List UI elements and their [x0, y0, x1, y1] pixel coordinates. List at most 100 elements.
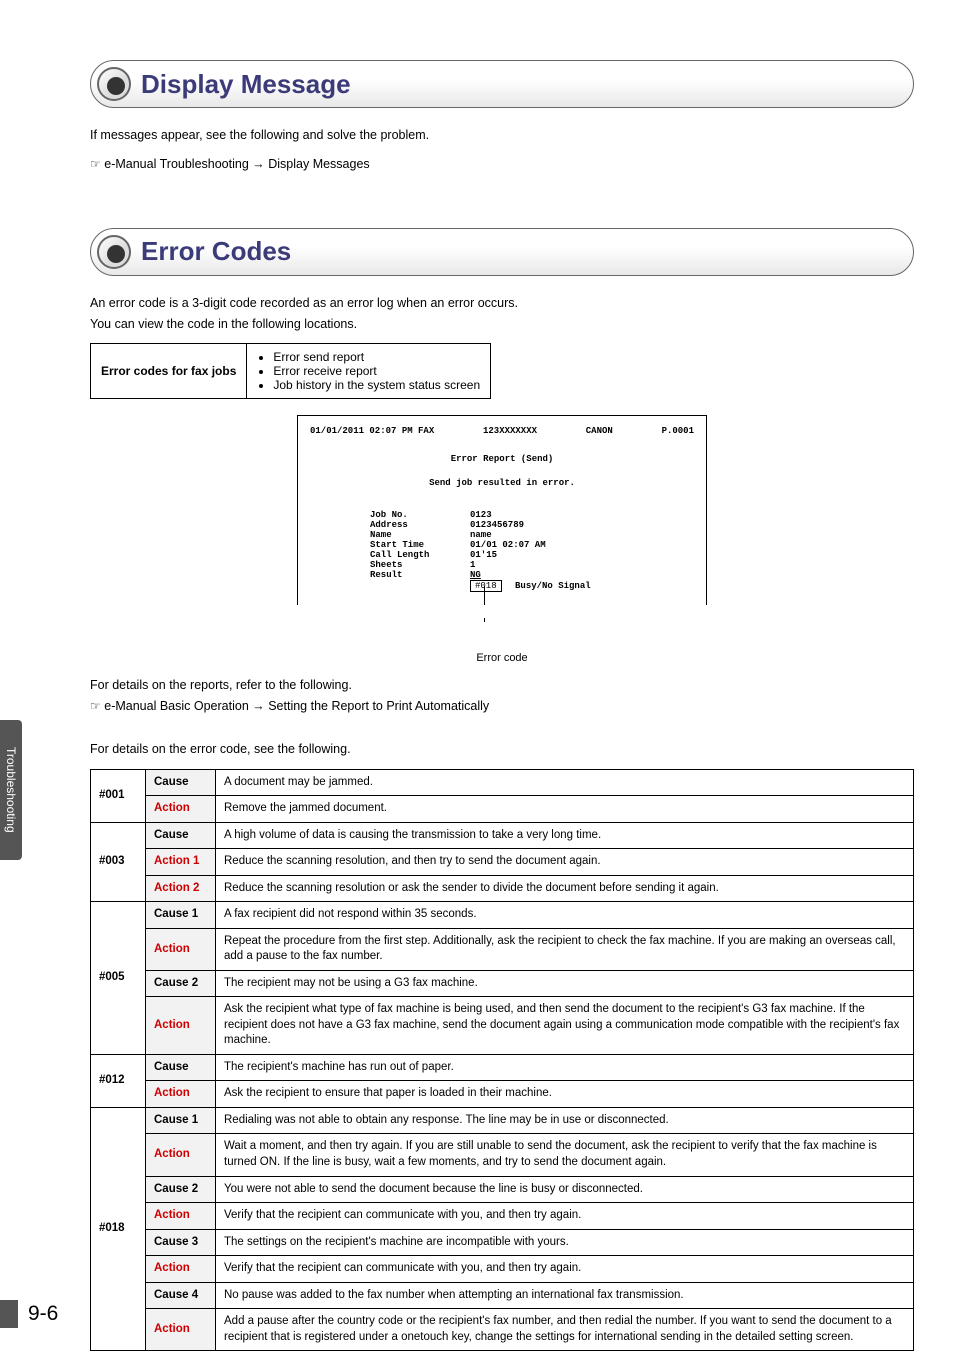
error-label-cell: Cause 4 — [146, 1282, 216, 1309]
error-label-cell: Cause 1 — [146, 902, 216, 929]
table-row: #018Cause 1Redialing was not able to obt… — [91, 1107, 914, 1134]
report-top-mid1: 123XXXXXXX — [483, 426, 537, 436]
table-row: Cause 2The recipient may not be using a … — [91, 970, 914, 997]
error-label-cell: Cause — [146, 822, 216, 849]
error-label-cell: Action — [146, 1081, 216, 1108]
error-desc-cell: Reduce the scanning resolution or ask th… — [216, 875, 914, 902]
error-label-cell: Action — [146, 1256, 216, 1283]
section2-title: Error Codes — [141, 236, 291, 267]
error-label-cell: Action — [146, 928, 216, 970]
error-label-cell: Action — [146, 796, 216, 823]
report-sub: Send job resulted in error. — [310, 478, 694, 488]
error-label-cell: Action 2 — [146, 875, 216, 902]
section2-intro1: An error code is a 3-digit code recorded… — [90, 294, 914, 313]
error-code-cell: #012 — [91, 1054, 146, 1107]
section1-ref-text: e-Manual Troubleshooting → Display Messa… — [104, 157, 369, 171]
report-top-left: 01/01/2011 02:07 PM FAX — [310, 426, 434, 436]
table-row: ActionWait a moment, and then try again.… — [91, 1134, 914, 1176]
error-desc-cell: No pause was added to the fax number whe… — [216, 1282, 914, 1309]
report-result-reason: Busy/No Signal — [515, 581, 591, 591]
table-row: ActionAsk the recipient to ensure that p… — [91, 1081, 914, 1108]
error-code-cell: #005 — [91, 902, 146, 1055]
table-row: ActionVerify that the recipient can comm… — [91, 1256, 914, 1283]
small-table-item: Error receive report — [273, 364, 480, 378]
report-title: Error Report (Send) — [310, 454, 694, 464]
error-label-cell: Action — [146, 1203, 216, 1230]
error-desc-cell: Wait a moment, and then try again. If yo… — [216, 1134, 914, 1176]
error-desc-cell: Add a pause after the country code or th… — [216, 1309, 914, 1351]
report-top-mid2: CANON — [586, 426, 613, 436]
section1-title: Display Message — [141, 69, 351, 100]
error-report-sample: 01/01/2011 02:07 PM FAX 123XXXXXXX CANON… — [297, 415, 707, 612]
error-desc-cell: A high volume of data is causing the tra… — [216, 822, 914, 849]
report-row: Call Length01'15 — [370, 550, 694, 560]
error-desc-cell: The recipient's machine has run out of p… — [216, 1054, 914, 1081]
report-result-label: Result — [370, 570, 470, 580]
error-code-table: #001CauseA document may be jammed.Action… — [90, 769, 914, 1351]
table-row: Action 1Reduce the scanning resolution, … — [91, 849, 914, 876]
error-label-cell: Action 1 — [146, 849, 216, 876]
error-desc-cell: A document may be jammed. — [216, 769, 914, 796]
report-top-right: P.0001 — [662, 426, 694, 436]
display-message-heading: Display Message — [90, 60, 914, 108]
bullet-icon — [97, 67, 131, 101]
report-row: Start Time01/01 02:07 AM — [370, 540, 694, 550]
error-desc-cell: Verify that the recipient can communicat… — [216, 1203, 914, 1230]
table-row: #003CauseA high volume of data is causin… — [91, 822, 914, 849]
error-desc-cell: Reduce the scanning resolution, and then… — [216, 849, 914, 876]
error-label-cell: Action — [146, 997, 216, 1055]
error-label-cell: Cause — [146, 769, 216, 796]
table-row: ActionRemove the jammed document. — [91, 796, 914, 823]
error-label-cell: Cause 2 — [146, 1176, 216, 1203]
error-desc-cell: Verify that the recipient can communicat… — [216, 1256, 914, 1283]
error-code-cell: #003 — [91, 822, 146, 902]
table-row: #005Cause 1A fax recipient did not respo… — [91, 902, 914, 929]
error-desc-cell: The settings on the recipient's machine … — [216, 1229, 914, 1256]
error-desc-cell: Redialing was not able to obtain any res… — [216, 1107, 914, 1134]
error-codes-heading: Error Codes — [90, 228, 914, 276]
error-label-cell: Cause 2 — [146, 970, 216, 997]
table-row: Cause 3The settings on the recipient's m… — [91, 1229, 914, 1256]
small-table-header: Error codes for fax jobs — [91, 344, 247, 399]
table-row: Cause 2You were not able to send the doc… — [91, 1176, 914, 1203]
error-desc-cell: A fax recipient did not respond within 3… — [216, 902, 914, 929]
error-label-cell: Cause 3 — [146, 1229, 216, 1256]
table-row: Cause 4No pause was added to the fax num… — [91, 1282, 914, 1309]
details1: For details on the reports, refer to the… — [90, 676, 914, 695]
details2: For details on the error code, see the f… — [90, 740, 914, 759]
report-result-code: #018 — [470, 580, 502, 592]
details1-ref-text: e-Manual Basic Operation → Setting the R… — [104, 699, 489, 713]
page-number-container: 9-6 — [28, 1300, 58, 1328]
table-row: ActionRepeat the procedure from the firs… — [91, 928, 914, 970]
error-label-cell: Cause 1 — [146, 1107, 216, 1134]
error-label-cell: Cause — [146, 1054, 216, 1081]
error-code-cell: #018 — [91, 1107, 146, 1350]
table-row: ActionVerify that the recipient can comm… — [91, 1203, 914, 1230]
error-code-cell: #001 — [91, 769, 146, 822]
error-label-cell: Action — [146, 1309, 216, 1351]
sidebar-tab: Troubleshooting — [0, 720, 22, 860]
error-desc-cell: Remove the jammed document. — [216, 796, 914, 823]
table-row: #012CauseThe recipient's machine has run… — [91, 1054, 914, 1081]
error-desc-cell: Repeat the procedure from the first step… — [216, 928, 914, 970]
error-label-cell: Action — [146, 1134, 216, 1176]
report-row: Namename — [370, 530, 694, 540]
report-result-ng: NG — [470, 570, 481, 580]
error-desc-cell: Ask the recipient what type of fax machi… — [216, 997, 914, 1055]
page-number: 9-6 — [28, 1302, 58, 1326]
section2-intro2: You can view the code in the following l… — [90, 315, 914, 334]
table-row: Action 2Reduce the scanning resolution o… — [91, 875, 914, 902]
bullet-icon — [97, 235, 131, 269]
table-row: ActionAdd a pause after the country code… — [91, 1309, 914, 1351]
error-desc-cell: Ask the recipient to ensure that paper i… — [216, 1081, 914, 1108]
section1-intro: If messages appear, see the following an… — [90, 126, 914, 145]
small-table-item: Error send report — [273, 350, 480, 364]
error-desc-cell: The recipient may not be using a G3 fax … — [216, 970, 914, 997]
small-table-items: Error send reportError receive reportJob… — [257, 350, 480, 392]
table-row: #001CauseA document may be jammed. — [91, 769, 914, 796]
table-row: ActionAsk the recipient what type of fax… — [91, 997, 914, 1055]
report-row: Sheets1 — [370, 560, 694, 570]
error-desc-cell: You were not able to send the document b… — [216, 1176, 914, 1203]
section1-ref: ☞ e-Manual Troubleshooting → Display Mes… — [90, 155, 914, 174]
footer-bar — [0, 1300, 18, 1328]
